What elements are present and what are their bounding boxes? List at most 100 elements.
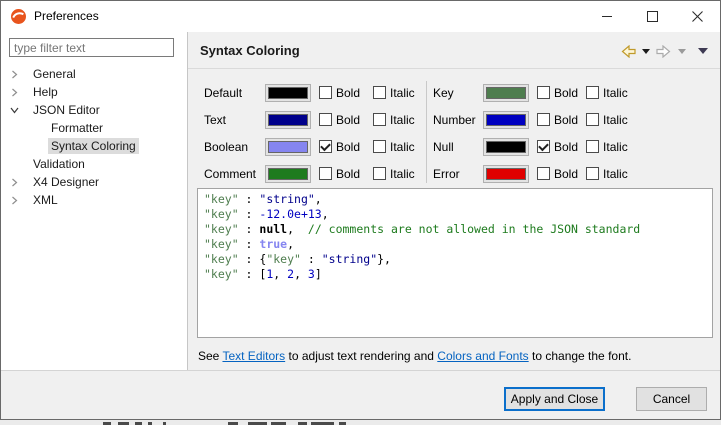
italic-checkbox[interactable] (586, 113, 599, 126)
bold-checkbox-label: Bold (554, 113, 578, 127)
screen: Preferences General Help JSON EditorFormat… (0, 0, 721, 425)
app-logo-icon (10, 8, 27, 25)
tree-item-label: JSON Editor (30, 102, 103, 118)
bold-checkbox[interactable] (319, 167, 332, 180)
filter-input[interactable] (9, 38, 174, 57)
italic-checkbox-label: Italic (390, 113, 415, 127)
forward-menu-icon[interactable] (677, 48, 687, 55)
style-row-boolean: Boolean Bold Italic (204, 133, 415, 160)
back-menu-icon[interactable] (641, 48, 651, 55)
style-label: Error (433, 167, 483, 181)
tree-item-syntax-coloring[interactable]: Syntax Coloring (1, 137, 187, 155)
color-swatch-number[interactable] (483, 111, 529, 129)
note-text: See (198, 349, 222, 363)
style-label: Boolean (204, 140, 265, 154)
page-title: Syntax Coloring (200, 43, 300, 58)
chevron-right-icon[interactable] (9, 69, 19, 79)
chevron-right-icon[interactable] (9, 87, 19, 97)
italic-checkbox-label: Italic (390, 86, 415, 100)
chevron-right-icon[interactable] (9, 195, 19, 205)
chevron-right-icon[interactable] (9, 177, 19, 187)
cancel-button[interactable]: Cancel (636, 387, 707, 411)
tree-item-x4-designer[interactable]: X4 Designer (1, 173, 187, 191)
color-swatch-default[interactable] (265, 84, 311, 102)
bold-checkbox[interactable] (537, 167, 550, 180)
maximize-button[interactable] (630, 1, 675, 32)
button-bar: Apply and Close Cancel (1, 371, 720, 419)
apply-and-close-button[interactable]: Apply and Close (504, 387, 605, 411)
italic-checkbox-label: Italic (603, 113, 628, 127)
view-menu-icon[interactable] (691, 47, 709, 55)
italic-checkbox-label: Italic (603, 167, 628, 181)
code-line: "key" : true, (204, 237, 706, 252)
background-window-strip (0, 420, 721, 425)
color-swatch-text[interactable] (265, 111, 311, 129)
code-line: "key" : {"key" : "string"}, (204, 252, 706, 267)
style-group-divider (426, 81, 427, 183)
tree-item-general[interactable]: General (1, 65, 187, 83)
italic-checkbox-label: Italic (603, 86, 628, 100)
back-button[interactable] (619, 44, 637, 59)
italic-checkbox[interactable] (586, 86, 599, 99)
style-label: Comment (204, 167, 265, 181)
italic-checkbox[interactable] (373, 167, 386, 180)
color-swatch-boolean[interactable] (265, 138, 311, 156)
italic-checkbox[interactable] (586, 140, 599, 153)
tree-item-label: Help (30, 84, 61, 100)
italic-checkbox[interactable] (373, 140, 386, 153)
bold-checkbox-label: Bold (554, 140, 578, 154)
color-swatch-comment[interactable] (265, 165, 311, 183)
settings-panel: Syntax Coloring (188, 32, 720, 370)
tree-item-xml[interactable]: XML (1, 191, 187, 209)
sidebar: General Help JSON EditorFormatterSyntax Co… (1, 32, 187, 370)
bold-checkbox-label: Bold (554, 86, 578, 100)
bold-checkbox[interactable] (319, 86, 332, 99)
footer-note: See Text Editors to adjust text renderin… (198, 349, 631, 363)
code-line: "key" : -12.0e+13, (204, 207, 706, 222)
tree-item-label: General (30, 66, 79, 82)
color-swatch-null[interactable] (483, 138, 529, 156)
code-line: "key" : [1, 2, 3] (204, 267, 706, 282)
header-toolbar (619, 41, 709, 61)
style-label: Default (204, 86, 265, 100)
bold-checkbox[interactable] (319, 140, 332, 153)
forward-button[interactable] (655, 44, 673, 59)
italic-checkbox[interactable] (586, 167, 599, 180)
chevron-down-icon[interactable] (9, 105, 19, 115)
style-label: Text (204, 113, 265, 127)
style-row-error: Error Bold Italic (433, 160, 628, 187)
italic-checkbox-label: Italic (603, 140, 628, 154)
text-editors-link[interactable]: Text Editors (222, 349, 285, 363)
minimize-button[interactable] (585, 1, 630, 32)
window-controls (585, 1, 720, 32)
italic-checkbox[interactable] (373, 113, 386, 126)
titlebar: Preferences (1, 1, 720, 32)
bold-checkbox-label: Bold (336, 140, 365, 154)
italic-checkbox[interactable] (373, 86, 386, 99)
code-line: "key" : "string", (204, 192, 706, 207)
style-label: Null (433, 140, 483, 154)
bold-checkbox[interactable] (537, 86, 550, 99)
tree-item-json-editor[interactable]: JSON Editor (1, 101, 187, 119)
bold-checkbox-label: Bold (336, 113, 365, 127)
bold-checkbox-label: Bold (336, 86, 365, 100)
style-group-left: DefaultBoldItalicTextBoldItalicBooleanBo… (204, 79, 415, 187)
color-swatch-error[interactable] (483, 165, 529, 183)
style-row-key: KeyBoldItalic (433, 79, 628, 106)
tree-item-help[interactable]: Help (1, 83, 187, 101)
bold-checkbox[interactable] (537, 140, 550, 153)
italic-checkbox-label: Italic (390, 140, 415, 154)
bold-checkbox-label: Bold (554, 167, 578, 181)
colors-and-fonts-link[interactable]: Colors and Fonts (437, 349, 528, 363)
bold-checkbox[interactable] (537, 113, 550, 126)
tree-item-formatter[interactable]: Formatter (1, 119, 187, 137)
color-swatch-key[interactable] (483, 84, 529, 102)
style-row-comment: CommentBoldItalic (204, 160, 415, 187)
preview-code: "key" : "string","key" : -12.0e+13,"key"… (197, 188, 713, 338)
code-line: "key" : null, // comments are not allowe… (204, 222, 706, 237)
bold-checkbox[interactable] (319, 113, 332, 126)
tree-item-label: Syntax Coloring (48, 138, 139, 154)
tree-item-validation[interactable]: Validation (1, 155, 187, 173)
note-text: to change the font. (529, 349, 632, 363)
close-button[interactable] (675, 1, 720, 32)
